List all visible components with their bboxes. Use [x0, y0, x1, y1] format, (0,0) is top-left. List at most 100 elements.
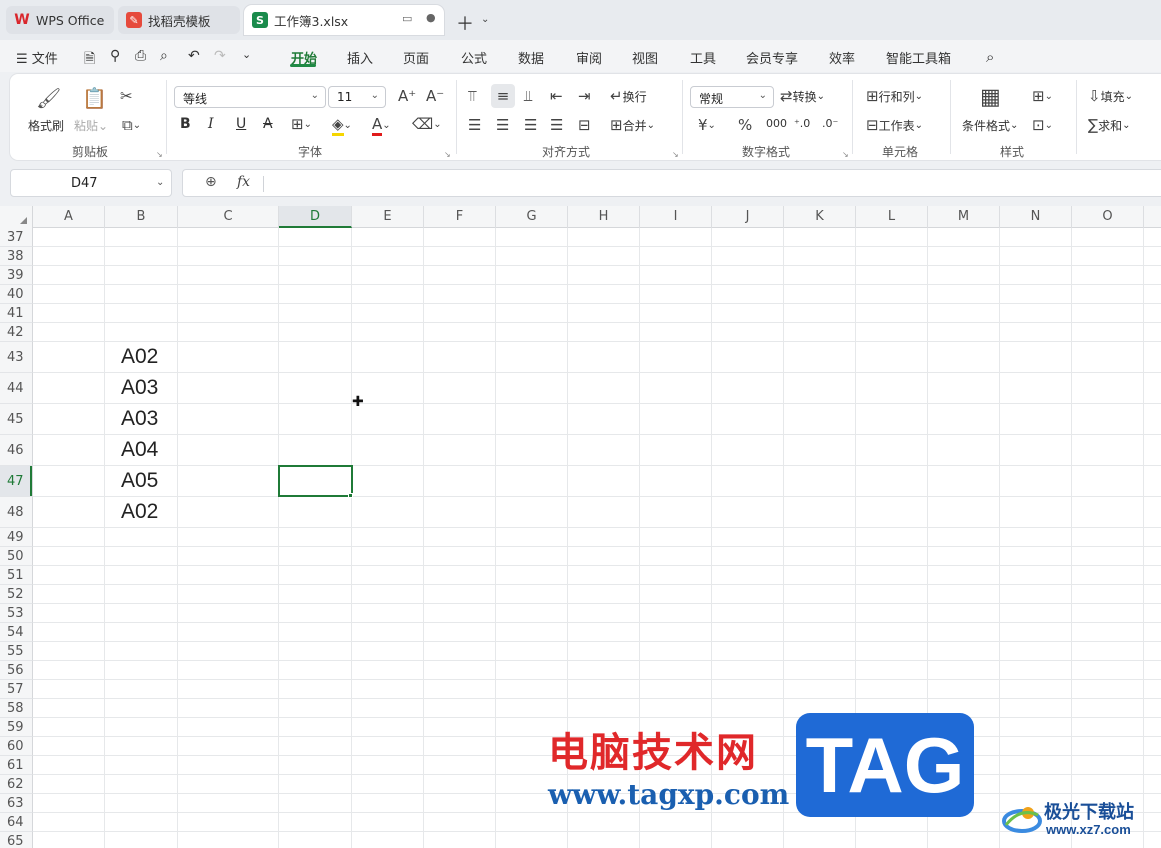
row-header-46[interactable]: 46: [0, 435, 33, 466]
row-header-44[interactable]: 44: [0, 373, 33, 404]
row-header-59[interactable]: 59: [0, 718, 33, 737]
menu-formula[interactable]: 公式: [461, 48, 487, 67]
align-right-icon[interactable]: ☰: [524, 116, 537, 134]
row-header-60[interactable]: 60: [0, 737, 33, 756]
justify-icon[interactable]: ☰: [550, 116, 563, 134]
row-header-53[interactable]: 53: [0, 604, 33, 623]
paste-button[interactable]: 粘贴 ⌄: [74, 117, 108, 134]
font-color-icon[interactable]: A ⌄: [372, 115, 391, 136]
cell-b45[interactable]: A03: [121, 407, 158, 431]
number-launcher-icon[interactable]: ↘: [842, 150, 849, 159]
unsaved-dot-icon[interactable]: ●: [426, 11, 436, 24]
wrap-text-button[interactable]: ↵ 换行: [610, 87, 647, 105]
column-header-f[interactable]: F: [424, 206, 496, 228]
number-format-select[interactable]: 常规 ⌄: [690, 86, 774, 108]
column-header-m[interactable]: M: [928, 206, 1000, 228]
decrease-indent-icon[interactable]: ⇤: [550, 87, 563, 105]
border-icon[interactable]: ⊞ ⌄: [291, 115, 312, 133]
column-header-b[interactable]: B: [105, 206, 178, 228]
file-menu[interactable]: ☰ 文件: [16, 48, 58, 67]
column-header-n[interactable]: N: [1000, 206, 1072, 228]
rows-cols-button[interactable]: ⊞ 行和列 ⌄: [866, 87, 923, 105]
row-header-45[interactable]: 45: [0, 404, 33, 435]
fx-icon[interactable]: fx: [237, 174, 250, 190]
formula-input[interactable]: ⊕ fx: [182, 169, 1161, 197]
clear-format-icon[interactable]: ⌫ ⌄: [412, 115, 442, 133]
menu-insert[interactable]: 插入: [347, 48, 373, 67]
row-header-63[interactable]: 63: [0, 794, 33, 813]
font-size-select[interactable]: 11 ⌄: [328, 86, 386, 108]
row-header-58[interactable]: 58: [0, 699, 33, 718]
undo-icon[interactable]: ↶: [188, 48, 200, 64]
decrease-decimal-icon[interactable]: .0⁻: [822, 117, 838, 130]
menu-view[interactable]: 视图: [632, 48, 658, 67]
row-header-56[interactable]: 56: [0, 661, 33, 680]
quick-access-chevron-icon[interactable]: ⌄: [242, 48, 251, 61]
row-header-38[interactable]: 38: [0, 247, 33, 266]
column-header-i[interactable]: I: [640, 206, 712, 228]
paste-icon[interactable]: 📋: [82, 86, 107, 110]
distributed-icon[interactable]: ⊟: [578, 116, 591, 134]
row-header-55[interactable]: 55: [0, 642, 33, 661]
worksheet-button[interactable]: ⊟ 工作表 ⌄: [866, 116, 923, 134]
increase-font-icon[interactable]: A⁺: [398, 87, 416, 105]
bold-icon[interactable]: B: [180, 116, 191, 132]
column-header-o[interactable]: O: [1072, 206, 1144, 228]
monitor-icon[interactable]: ▭: [402, 12, 412, 25]
increase-indent-icon[interactable]: ⇥: [578, 87, 591, 105]
menu-efficiency[interactable]: 效率: [829, 48, 855, 67]
row-header-50[interactable]: 50: [0, 547, 33, 566]
merge-button[interactable]: ⊞ 合并 ⌄: [610, 116, 655, 134]
fill-handle[interactable]: [348, 493, 353, 498]
row-header-61[interactable]: 61: [0, 756, 33, 775]
align-middle-icon[interactable]: ≡: [491, 84, 515, 108]
thousands-icon[interactable]: 000: [766, 117, 787, 130]
align-top-icon[interactable]: ⫪: [468, 87, 476, 105]
alignment-launcher-icon[interactable]: ↘: [672, 150, 679, 159]
select-all-corner[interactable]: [0, 206, 33, 228]
row-header-54[interactable]: 54: [0, 623, 33, 642]
column-header-k[interactable]: K: [784, 206, 856, 228]
convert-button[interactable]: ⇄ 转换 ⌄: [780, 87, 825, 105]
conditional-format-icon[interactable]: ▦: [980, 85, 1001, 110]
print-preview-icon[interactable]: ⌕: [160, 48, 168, 64]
menu-member[interactable]: 会员专享: [746, 48, 798, 67]
fill-color-icon[interactable]: ◈ ⌄: [332, 115, 352, 136]
column-header-a[interactable]: A: [33, 206, 105, 228]
percent-icon[interactable]: %: [738, 116, 752, 134]
row-header-57[interactable]: 57: [0, 680, 33, 699]
row-header-65[interactable]: 65: [0, 832, 33, 848]
row-header-42[interactable]: 42: [0, 323, 33, 342]
chevron-down-icon[interactable]: ⌄: [481, 14, 489, 25]
increase-decimal-icon[interactable]: ⁺.0: [794, 117, 810, 130]
font-launcher-icon[interactable]: ↘: [444, 150, 451, 159]
menu-page[interactable]: 页面: [403, 48, 429, 67]
menu-smart-toolbox[interactable]: 智能工具箱: [886, 48, 951, 67]
row-header-49[interactable]: 49: [0, 528, 33, 547]
currency-icon[interactable]: ¥ ⌄: [698, 116, 716, 134]
redo-icon[interactable]: ↷: [214, 48, 226, 64]
active-cell-d47[interactable]: [278, 465, 353, 497]
clipboard-launcher-icon[interactable]: ↘: [156, 150, 163, 159]
row-header-37[interactable]: 37: [0, 228, 33, 247]
align-left-icon[interactable]: ☰: [468, 116, 481, 134]
format-painter-button[interactable]: 格式刷: [28, 117, 64, 134]
tab-docer-templates[interactable]: ✎ 找稻壳模板: [118, 6, 240, 34]
italic-icon[interactable]: I: [208, 116, 214, 132]
column-header-h[interactable]: H: [568, 206, 640, 228]
new-tab-plus-icon[interactable]: ＋: [456, 10, 474, 36]
underline-icon[interactable]: U: [236, 116, 246, 132]
format-painter-icon[interactable]: 🖌: [36, 86, 61, 110]
tab-wps-office[interactable]: W WPS Office: [6, 6, 114, 34]
name-box[interactable]: D47 ⌄: [10, 169, 172, 197]
menu-data[interactable]: 数据: [518, 48, 544, 67]
cell-b46[interactable]: A04: [121, 438, 158, 462]
row-header-40[interactable]: 40: [0, 285, 33, 304]
column-header-g[interactable]: G: [496, 206, 568, 228]
font-name-select[interactable]: 等线 ⌄: [174, 86, 326, 108]
row-header-64[interactable]: 64: [0, 813, 33, 832]
fill-button[interactable]: ⇩ 填充 ⌄: [1088, 87, 1133, 105]
cell-b43[interactable]: A02: [121, 345, 158, 369]
column-header-j[interactable]: J: [712, 206, 784, 228]
zoom-formula-icon[interactable]: ⊕: [205, 174, 217, 190]
